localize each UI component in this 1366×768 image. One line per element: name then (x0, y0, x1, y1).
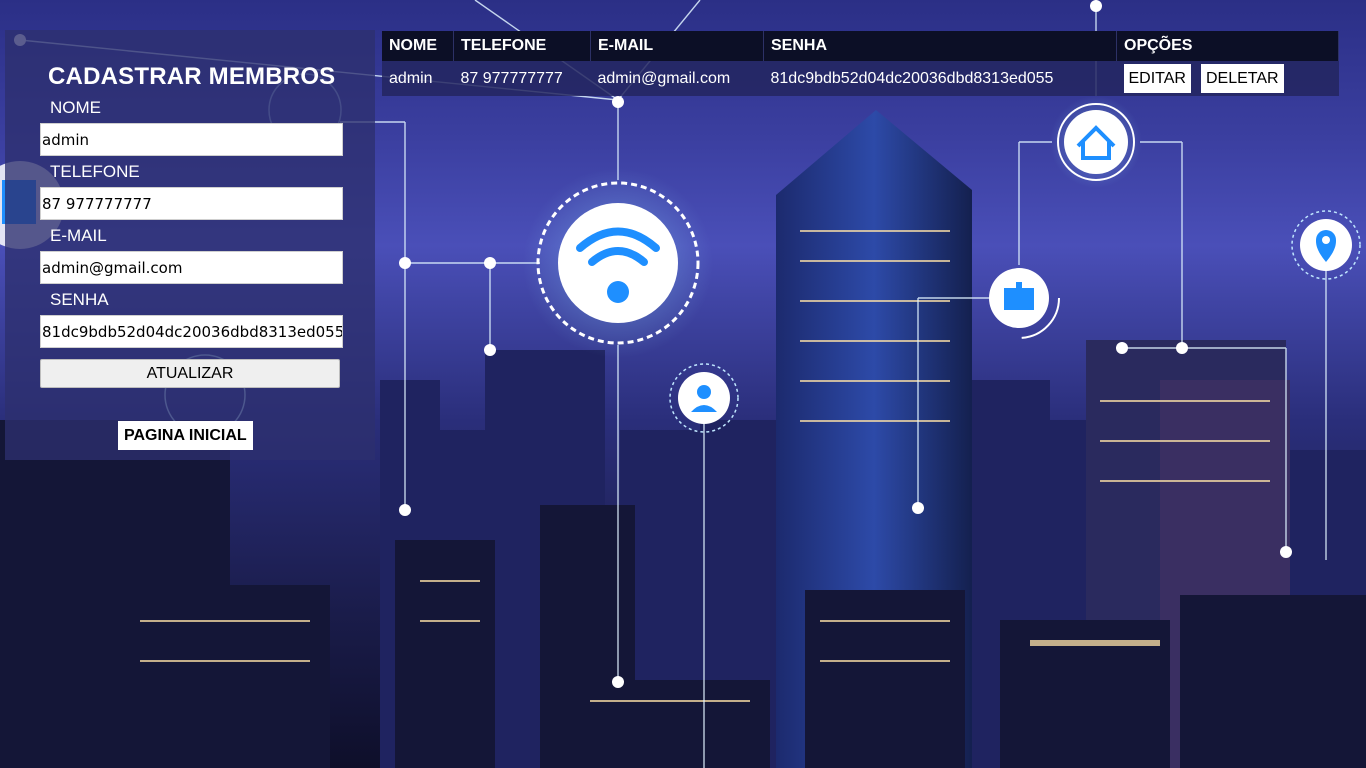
home-icon (1050, 96, 1142, 188)
table-header-row: NOME TELEFONE E-MAIL SENHA OPÇÕES (382, 31, 1339, 61)
form-title: CADASTRAR MEMBROS (48, 63, 336, 90)
cell-password: 81dc9bdb52d04dc20036dbd8313ed055 (763, 61, 1117, 96)
password-label: SENHA (50, 290, 109, 309)
header-email: E-MAIL (590, 31, 764, 61)
name-input[interactable] (40, 123, 343, 156)
wifi-icon (523, 168, 713, 358)
home-page-button[interactable]: PAGINA INICIAL (118, 421, 253, 450)
email-label: E-MAIL (50, 226, 107, 245)
header-name: NOME (382, 31, 454, 61)
phone-label: TELEFONE (50, 162, 140, 181)
cell-phone: 87 977777777 (453, 61, 591, 96)
name-label: NOME (50, 98, 101, 117)
header-password: SENHA (763, 31, 1117, 61)
delete-button[interactable]: DELETAR (1200, 64, 1284, 93)
user-icon (669, 363, 739, 433)
header-phone: TELEFONE (453, 31, 591, 61)
password-input[interactable] (40, 315, 343, 348)
edit-button[interactable]: EDITAR (1123, 64, 1191, 93)
location-pin-icon (1291, 210, 1361, 280)
members-table: NOME TELEFONE E-MAIL SENHA OPÇÕES admin … (382, 31, 1339, 96)
cell-email: admin@gmail.com (590, 61, 764, 96)
email-input[interactable] (40, 251, 343, 284)
phone-input[interactable] (40, 187, 343, 220)
cell-name: admin (382, 61, 454, 96)
header-options: OPÇÕES (1116, 31, 1339, 61)
cell-options: EDITAR DELETAR (1116, 61, 1339, 96)
member-form-panel: CADASTRAR MEMBROS NOME TELEFONE E-MAIL S… (5, 30, 375, 460)
update-button[interactable]: ATUALIZAR (40, 359, 340, 388)
table-row: admin 87 977777777 admin@gmail.com 81dc9… (382, 61, 1339, 96)
hospital-icon (978, 257, 1060, 339)
